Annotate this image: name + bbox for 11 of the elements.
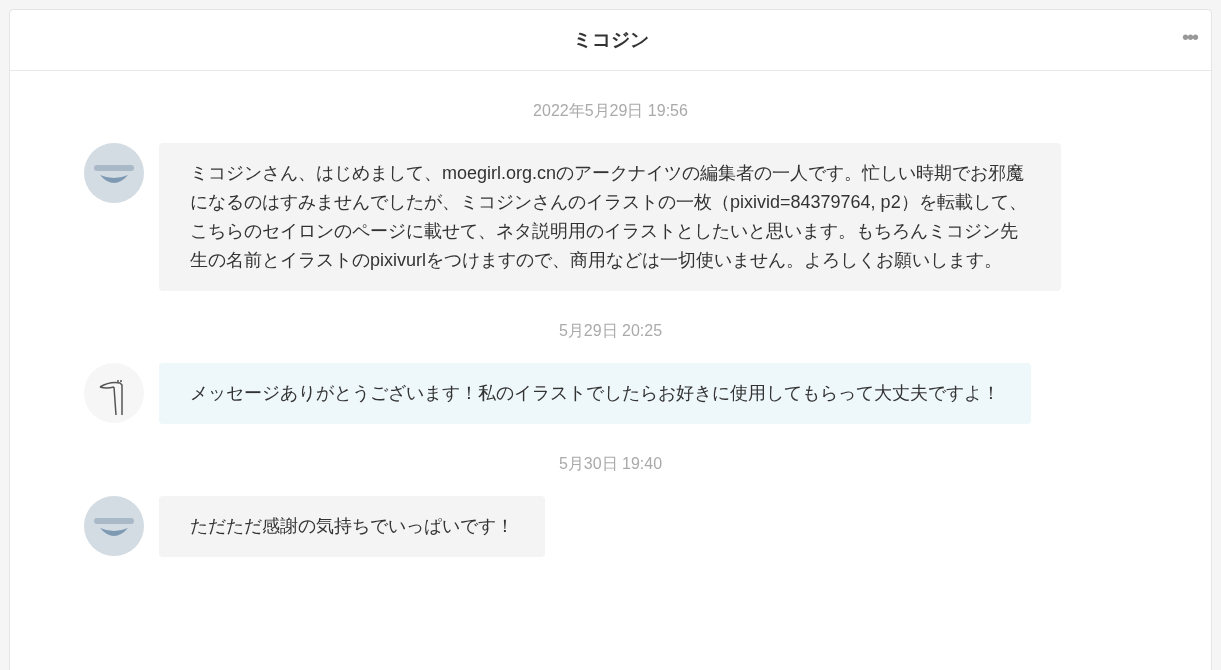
avatar-icon	[84, 496, 144, 556]
timestamp: 2022年5月29日 19:56	[533, 101, 688, 121]
message-bubble: メッセージありがとうございます！私のイラストでしたらお好きに使用してもらって大丈夫ですよ！	[159, 363, 1031, 424]
message-bubble: ただただ感謝の気持ちでいっぱいです！	[159, 496, 545, 557]
window-title: ミコジン	[572, 27, 649, 52]
more-button[interactable]: •••	[1182, 27, 1197, 47]
avatar-icon	[84, 363, 144, 423]
timestamp: 5月29日 20:25	[558, 321, 663, 341]
avatar-icon	[84, 143, 144, 203]
message-bubble: ミコジンさん、はじめまして、moegirl.org.cnのアークナイツの編集者の一人です。忙しい時期でお邪魔になるのはすみませんでしたが、ミコジンさんのイラストの一枚（pixivid=84379764, p2）を転載して、こちらのセイロンのページに載せて、ネタ説明用のイラストとしたいと思います。もちろんミコジン先生の名前とイラストのpixivurlをつけますので、商用などは一切使いません。よろしくお願いします。	[159, 143, 1061, 291]
timestamp: 5月30日 19:40	[558, 454, 663, 474]
